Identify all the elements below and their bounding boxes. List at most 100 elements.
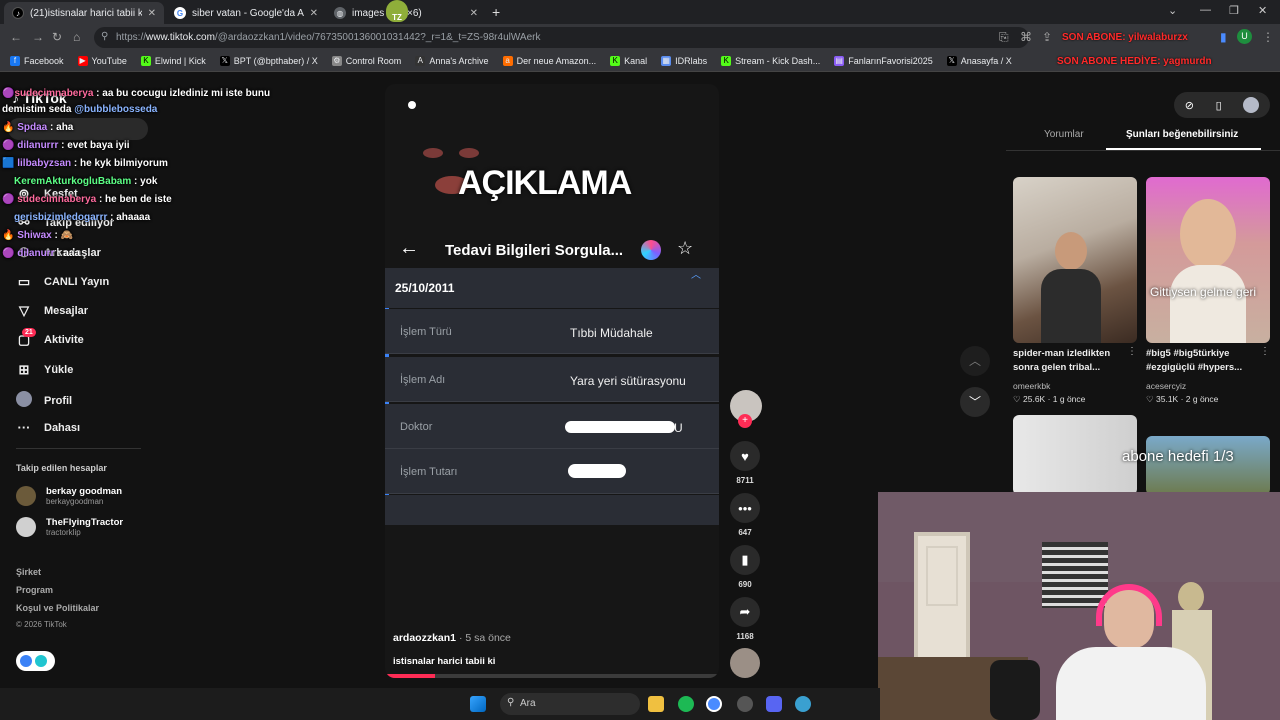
obs-icon[interactable] [737, 696, 753, 712]
card-menu-icon[interactable]: ⋮ [1127, 346, 1137, 357]
spotify-icon[interactable] [678, 696, 694, 712]
share-button[interactable]: ➦ 1168 [730, 597, 760, 641]
app-toggle-button[interactable] [16, 651, 55, 671]
reload-icon[interactable]: ↻ [52, 30, 62, 44]
footer-link[interactable]: Koşul ve Politikalar [16, 603, 99, 613]
sidebar-item-more[interactable]: ··· Dahası [16, 420, 81, 435]
bookmark[interactable]: 𝕏 BPT (@bpthaber) / X [219, 55, 318, 66]
panel-footer [385, 495, 719, 525]
card-caption[interactable]: #big5 #big5türkiye #ezgigüçlü #hypers... [1146, 347, 1256, 375]
card-likes: 35.1K [1156, 394, 1179, 404]
taskbar-search-input[interactable]: ⚲ Ara [500, 693, 640, 715]
avatar[interactable] [1243, 97, 1260, 113]
video-caption: istisnalar harici tabii ki [393, 656, 496, 667]
video-thumbnail[interactable] [1013, 415, 1137, 495]
heart-outline-icon: ♡ [1013, 394, 1021, 404]
close-icon[interactable]: ✕ [310, 8, 318, 19]
follow-plus-icon[interactable]: + [738, 414, 752, 428]
chat-message: 🟣 sudecimnaberya : he ben de iste [2, 194, 172, 205]
like-button[interactable]: ♥ 8711 [730, 441, 760, 485]
install-icon[interactable]: ⎘ [999, 30, 1009, 45]
close-icon[interactable]: ✕ [148, 8, 156, 19]
new-tab-button[interactable]: + [492, 4, 500, 20]
scroll-up-button[interactable]: ︿ [960, 346, 990, 376]
bookmark[interactable]: ▦ IDRlabs [661, 55, 707, 66]
site-info-icon[interactable]: ⚲ [101, 31, 108, 42]
sidebar-item-upload[interactable]: ⊞ Yükle [16, 362, 74, 378]
date-row: 25/10/2011 ︿ [385, 268, 719, 308]
translate-icon[interactable]: ⌘ [1020, 30, 1032, 44]
tab-title: siber vatan - Google'da Ara [192, 7, 304, 19]
compass-icon[interactable]: ⊘ [1185, 99, 1194, 112]
video-player[interactable]: AÇIKLAMA ← Tedavi Bilgileri Sorgula... ☆… [385, 84, 719, 678]
sound-disc[interactable] [730, 648, 760, 678]
browser-tab[interactable]: ♪ (21)istisnalar harici tabii ki | ... ✕ [4, 2, 164, 24]
scroll-down-button[interactable]: ﹀ [960, 387, 990, 417]
forward-icon[interactable]: → [32, 30, 44, 44]
video-thumbnail[interactable]: Gittiysen gelme geri [1146, 177, 1270, 343]
kick-icon: K [140, 55, 151, 66]
chrome-icon[interactable] [706, 696, 722, 712]
followed-account[interactable]: berkay goodman berkaygoodman [16, 486, 122, 506]
bookmark[interactable]: K Stream - Kick Dash... [721, 55, 820, 66]
close-icon[interactable]: ✕ [470, 8, 478, 19]
video-author[interactable]: ardaozzkan1 · 5 sa önce [393, 632, 511, 644]
sidebar-item-messages[interactable]: ▽ Mesajlar [16, 303, 88, 319]
bookmark[interactable]: ▶ YouTube [77, 55, 127, 66]
creator-avatar[interactable]: + [730, 390, 762, 428]
url-input[interactable]: ⚲ https://www.tiktok.com/@ardaozzkan1/vi… [94, 27, 1029, 48]
browser-tab[interactable]: G siber vatan - Google'da Ara ✕ [166, 2, 326, 24]
card-author[interactable]: omeerkbk [1013, 381, 1050, 391]
windows-start-icon[interactable] [470, 696, 486, 712]
card-author[interactable]: acesercyiz [1146, 381, 1186, 391]
bookmark[interactable]: A Anna's Archive [415, 55, 489, 66]
bookmark[interactable]: ▤ FanlarınFavorisi2025 [834, 55, 933, 66]
card-menu-icon[interactable]: ⋮ [1260, 346, 1270, 357]
share-icon[interactable]: ⇪ [1042, 30, 1052, 44]
assistant-icon [641, 240, 661, 260]
sidepanel-icon[interactable]: ▮ [1220, 30, 1227, 44]
profile-avatar-icon[interactable]: U [1237, 29, 1252, 44]
video-thumbnail[interactable] [1013, 177, 1137, 343]
tab-search-icon[interactable]: ⌄ [1168, 4, 1177, 17]
bookmark[interactable]: 𝕏 Anasayfa / X [946, 55, 1012, 66]
video-thumbnail[interactable] [1146, 436, 1270, 495]
bookmark[interactable]: ⚙ Control Room [331, 55, 401, 66]
bookmark-label: Anasayfa / X [960, 55, 1012, 66]
card-caption[interactable]: spider-man izledikten sonra gelen tribal… [1013, 347, 1123, 375]
bookmark[interactable]: K Elwind | Kick [140, 55, 206, 66]
tab-comments[interactable]: Yorumlar [1044, 129, 1084, 140]
thumbnail-overlay-text: Gittiysen gelme geri [1150, 285, 1257, 299]
back-icon[interactable]: ← [10, 30, 22, 44]
figure-shape [1170, 265, 1246, 343]
sidebar-item-profile[interactable]: Profil [16, 391, 72, 410]
top-controls: ⊘ ▯ [1174, 92, 1270, 118]
device-icon[interactable]: ▯ [1216, 99, 1222, 112]
discord-icon[interactable] [766, 696, 782, 712]
idrlabs-icon: ▦ [661, 55, 672, 66]
bookmark[interactable]: a Der neue Amazon... [502, 55, 596, 66]
followed-account[interactable]: TheFlyingTractor tractorklip [16, 517, 123, 537]
footer-link[interactable]: Program [16, 585, 53, 595]
progress-track[interactable] [385, 674, 719, 678]
bookmark[interactable]: f Facebook [10, 55, 64, 66]
save-button[interactable]: ▮ 690 [730, 545, 760, 589]
tab-suggested[interactable]: Şunları beğenebilirsiniz [1126, 129, 1238, 140]
maximize-icon[interactable]: ❐ [1229, 4, 1239, 17]
share-count: 1168 [736, 632, 754, 641]
bookmark-label: Kanal [624, 55, 648, 66]
home-icon[interactable]: ⌂ [73, 30, 80, 44]
sidebar-item-live[interactable]: ▭ CANLI Yayın [16, 274, 109, 290]
globe-icon[interactable] [795, 696, 811, 712]
comment-button[interactable]: ••• 647 [730, 493, 760, 537]
footer-link[interactable]: Şirket [16, 567, 41, 577]
file-explorer-icon[interactable] [648, 696, 664, 712]
menu-icon[interactable]: ⋮ [1262, 30, 1274, 44]
badge-icon: 🟣 [2, 140, 15, 151]
chat-text: : aa bu cocugu izlediniz mi iste bunu [93, 88, 271, 99]
page-icon: ▤ [834, 55, 845, 66]
minimize-icon[interactable]: — [1200, 4, 1211, 16]
bookmark[interactable]: K Kanal [610, 55, 648, 66]
chevron-up-icon: ︿ [691, 270, 701, 281]
window-close-icon[interactable]: ✕ [1258, 4, 1267, 17]
